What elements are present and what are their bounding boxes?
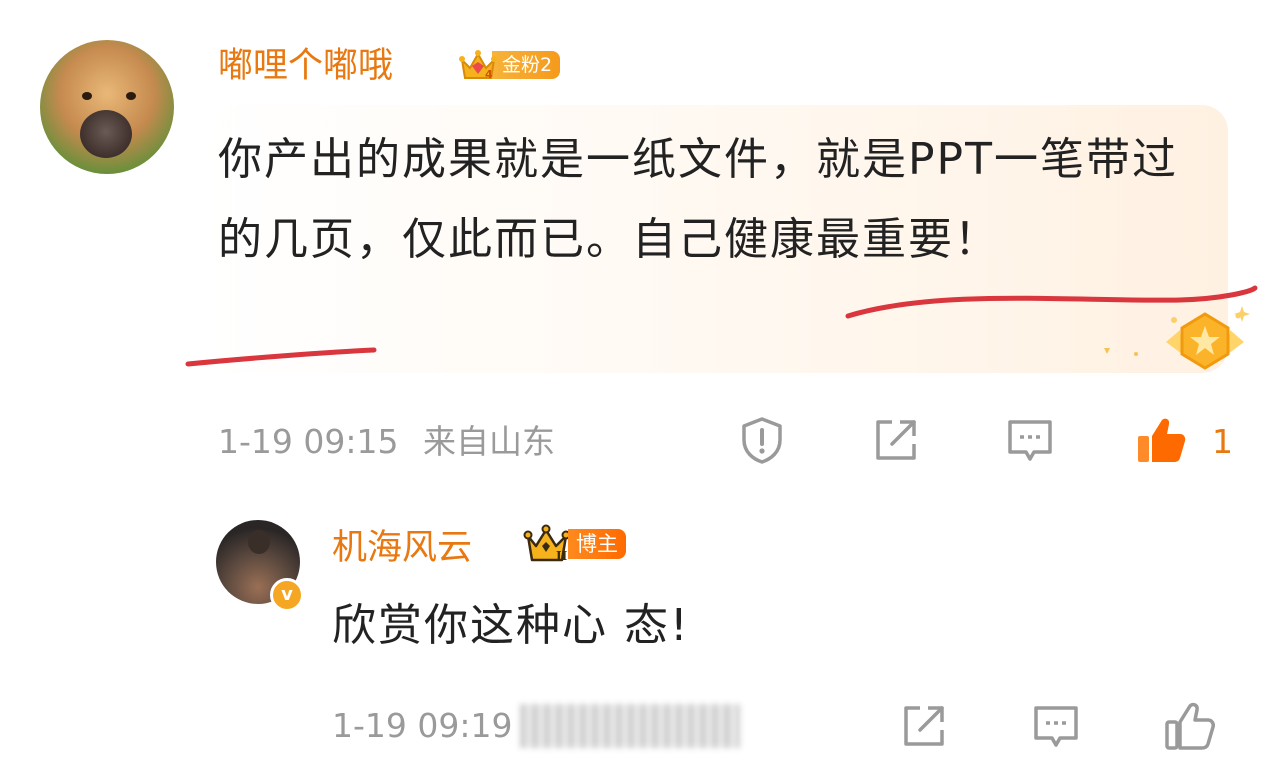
share-icon [876,420,916,460]
crown-icon: II [523,524,571,563]
dog-eye [126,92,136,100]
comment-location: 来自山东 [423,422,555,461]
reply-share-button[interactable] [896,698,952,754]
reply-username[interactable]: 机海风云 [332,524,472,572]
comment-text: 你产出的成果就是一纸文件，就是PPT一笔带过的几页，仅此而已。自己健康最重要！ [218,134,1178,265]
share-icon [904,706,944,746]
avatar-figure [248,530,270,554]
fan-level-number: 4 [485,68,493,81]
comment-icon [1034,706,1078,747]
blogger-role-label: 博主 [568,529,626,559]
gold-fan-crown-icon: 4 [458,48,498,82]
dog-nose [80,110,132,158]
report-shield-icon [742,417,782,464]
fan-badge-label: 金粉2 [492,51,561,79]
verified-badge-icon: v [270,578,304,612]
comment-meta: 1-19 09:15 来自山东 [218,420,555,464]
comment-username[interactable]: 嘟哩个嘟哦 [218,42,393,90]
report-button[interactable] [734,412,790,468]
fan-level-badge[interactable]: 4 金粉2 [458,48,561,82]
reply-text: 欣赏你这种心 态! [332,600,690,651]
crown-level: II [556,549,568,563]
reply-timestamp: 1-19 09:19 [332,706,513,745]
comment-icon [1008,420,1052,461]
like-button[interactable] [1134,412,1190,468]
reply-button[interactable] [1002,412,1058,468]
reply-location-blurred [520,704,740,748]
reply-comment-button[interactable] [1028,698,1084,754]
thumbs-up-icon [1138,418,1186,462]
sparkle-decoration-icon [1104,348,1138,356]
like-count: 1 [1212,422,1233,461]
reply-like-button[interactable] [1162,698,1218,754]
dog-eye [82,92,92,100]
blogger-badge[interactable]: II 博主 [522,524,626,564]
user-avatar[interactable] [40,40,174,174]
share-button[interactable] [868,412,924,468]
comment-timestamp: 1-19 09:15 [218,422,399,461]
fan-medal-icon [1166,306,1250,370]
thumbs-up-icon [1165,702,1215,750]
